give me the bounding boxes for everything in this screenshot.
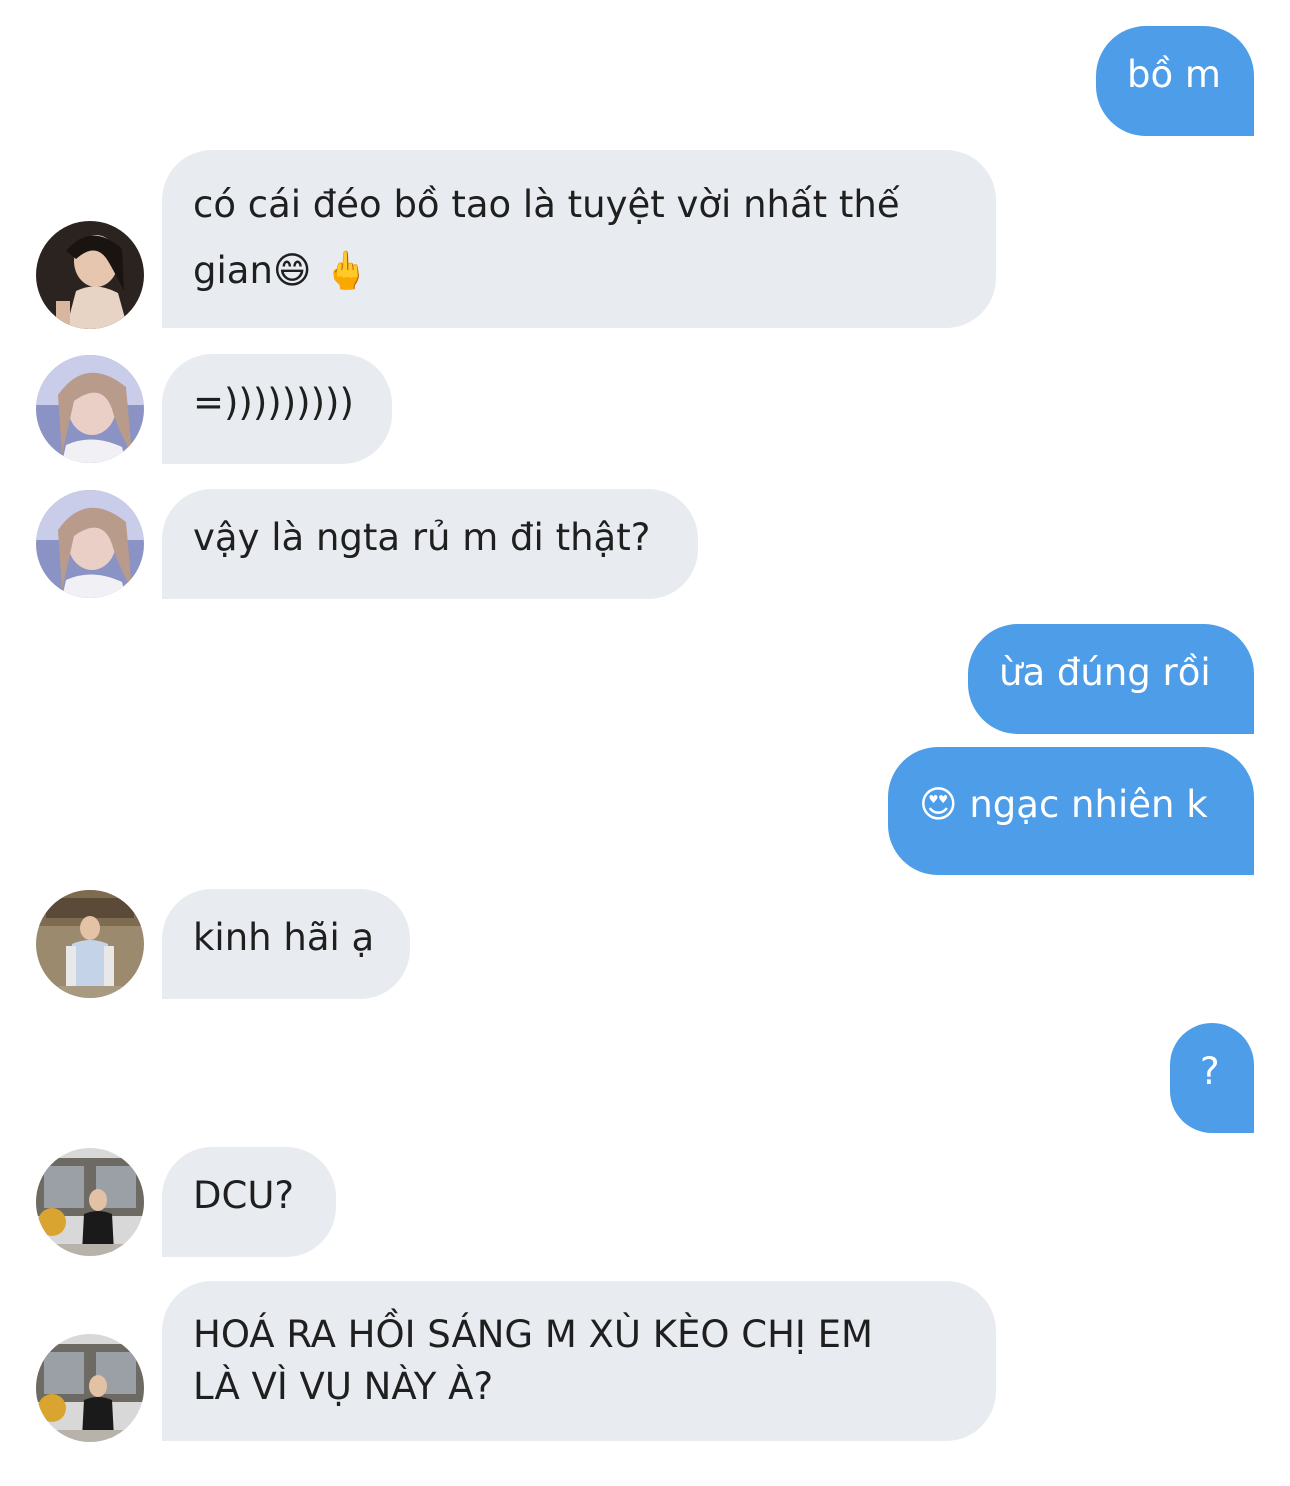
message-bubble-outgoing[interactable]: ừa đúng rồi	[968, 624, 1254, 734]
message-text: vậy là ngta rủ m đi thật?	[193, 516, 651, 559]
message-bubble-incoming[interactable]: HOÁ RA HỒI SÁNG M XÙ KÈO CHỊ EM LÀ VÌ VỤ…	[162, 1281, 996, 1441]
message-text-line2: LÀ VÌ VỤ NÀY À?	[193, 1365, 494, 1408]
message-text: DCU?	[193, 1174, 295, 1217]
avatar[interactable]	[36, 1334, 144, 1442]
message-text: HOÁ RA HỒI SÁNG M XÙ KÈO CHỊ EM	[193, 1313, 873, 1356]
message-text: ?	[1200, 1050, 1220, 1093]
avatar[interactable]	[36, 890, 144, 998]
message-bubble-outgoing[interactable]: ?	[1170, 1023, 1254, 1133]
message-bubble-outgoing[interactable]: bồ m	[1096, 26, 1254, 136]
message-bubble-outgoing[interactable]: 😍 ngạc nhiên k	[888, 747, 1254, 875]
message-bubble-incoming[interactable]: kinh hãi ạ	[162, 889, 410, 999]
message-bubble-incoming[interactable]: =)))))))))	[162, 354, 392, 464]
message-text: bồ m	[1127, 53, 1221, 96]
avatar[interactable]	[36, 1148, 144, 1256]
avatar[interactable]	[36, 490, 144, 598]
avatar[interactable]	[36, 221, 144, 329]
message-text: =)))))))))	[193, 381, 354, 424]
message-text: kinh hãi ạ	[193, 916, 375, 959]
message-text-line2: gian😄 🖕	[193, 249, 370, 292]
chat-thread: bồ m có cái đéo bồ tao là tuyệt vời nhất…	[0, 0, 1290, 1486]
message-text: 😍 ngạc nhiên k	[919, 783, 1208, 826]
message-bubble-incoming[interactable]: DCU?	[162, 1147, 336, 1257]
message-text: có cái đéo bồ tao là tuyệt vời nhất thế	[193, 183, 900, 226]
avatar[interactable]	[36, 355, 144, 463]
message-bubble-incoming[interactable]: có cái đéo bồ tao là tuyệt vời nhất thế …	[162, 150, 996, 328]
message-text: ừa đúng rồi	[999, 651, 1211, 694]
message-bubble-incoming[interactable]: vậy là ngta rủ m đi thật?	[162, 489, 698, 599]
